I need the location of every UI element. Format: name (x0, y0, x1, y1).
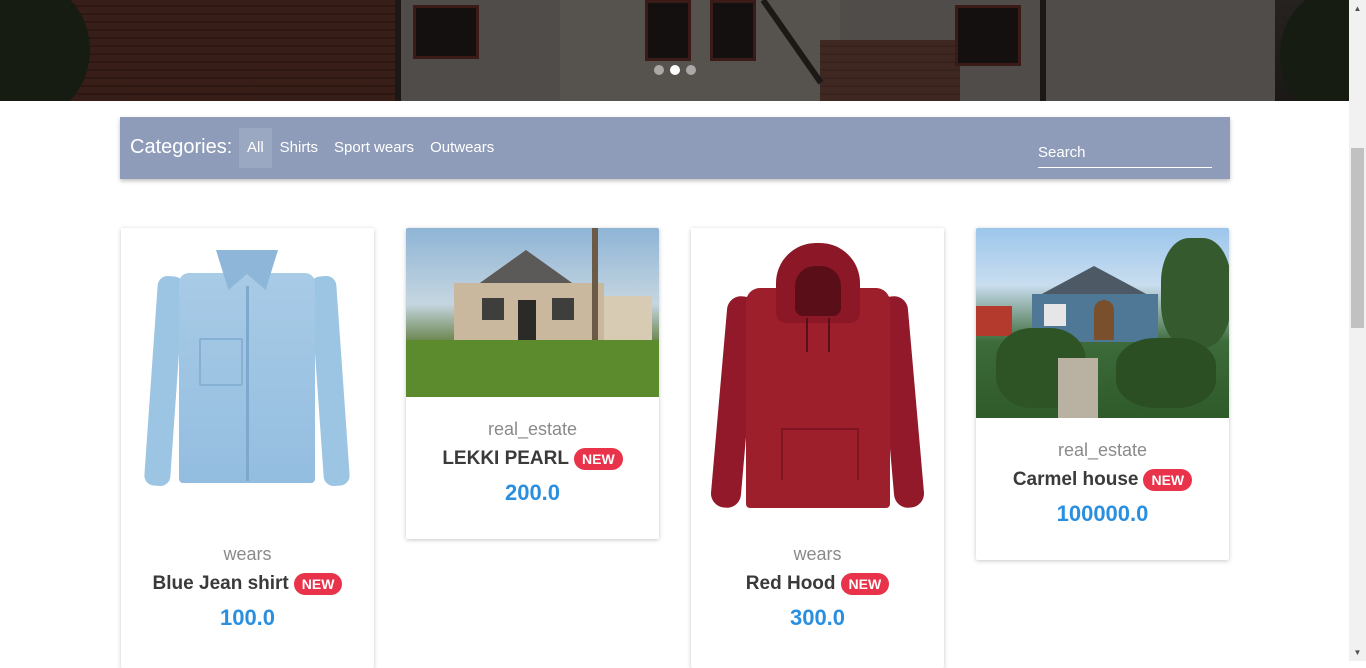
house-door (518, 300, 536, 343)
new-badge: NEW (840, 573, 890, 595)
product-info: real_estate Carmel house NEW 100000.0 (976, 418, 1229, 527)
carousel-dot[interactable] (686, 65, 696, 75)
tab-sport-wears[interactable]: Sport wears (326, 128, 422, 168)
product-title[interactable]: Blue Jean shirt NEW (153, 573, 343, 595)
red-fence (976, 306, 1012, 336)
hoodie-drawstring (806, 318, 808, 352)
carousel-dot-active[interactable] (670, 65, 680, 75)
search-input[interactable] (1038, 137, 1212, 168)
tab-shirts[interactable]: Shirts (272, 128, 326, 168)
tab-all[interactable]: All (239, 128, 272, 168)
product-price: 300.0 (789, 605, 846, 630)
product-card[interactable]: real_estate Carmel house NEW 100000.0 (976, 228, 1229, 560)
product-image-hoodie[interactable] (691, 228, 944, 528)
product-info: wears Red Hood NEW 300.0 (691, 528, 944, 631)
house-door (1094, 300, 1114, 340)
scroll-up-icon[interactable]: ▲ (1349, 0, 1366, 17)
product-price: 200.0 (504, 480, 561, 505)
scrollbar-thumb[interactable] (1351, 148, 1364, 328)
carousel-indicators (654, 65, 696, 75)
product-title[interactable]: Red Hood NEW (746, 573, 890, 595)
house-window (482, 298, 504, 320)
new-badge: NEW (293, 573, 343, 595)
product-title-text[interactable]: Red Hood (746, 573, 836, 595)
product-category: wears (223, 544, 272, 564)
carousel-dot[interactable] (654, 65, 664, 75)
page-scrollbar[interactable]: ▲ ▼ (1349, 0, 1366, 661)
hoodie-drawstring (828, 318, 830, 352)
product-card[interactable]: wears Red Hood NEW 300.0 (691, 228, 944, 668)
garden-path (1058, 358, 1098, 418)
category-tabs: All Shirts Sport wears Outwears (239, 128, 502, 168)
product-category: real_estate (1057, 440, 1148, 460)
product-price: 100000.0 (1056, 501, 1149, 526)
shirt-pocket (199, 338, 243, 386)
product-title-text[interactable]: LEKKI PEARL (442, 448, 569, 470)
product-category: wears (793, 544, 842, 564)
product-card[interactable]: wears Blue Jean shirt NEW 100.0 (121, 228, 374, 668)
product-title-text[interactable]: Blue Jean shirt (153, 573, 289, 595)
garage (604, 296, 652, 341)
house-roof (1038, 266, 1150, 296)
scroll-down-icon[interactable]: ▼ (1349, 644, 1366, 661)
house-window (1044, 304, 1066, 326)
tab-outwears[interactable]: Outwears (422, 128, 502, 168)
hero-carousel[interactable] (0, 0, 1349, 101)
new-badge: NEW (574, 448, 623, 470)
hoodie-hood-inner (795, 266, 841, 316)
shirt-placket (246, 286, 249, 481)
shrubs (1116, 338, 1216, 408)
product-card[interactable]: real_estate LEKKI PEARL NEW 200.0 (406, 228, 659, 539)
hero-overlay (0, 0, 1349, 101)
shirt-sleeve-right (309, 275, 351, 487)
product-category: real_estate (487, 419, 578, 439)
product-price: 100.0 (219, 605, 276, 630)
product-image-shirt[interactable] (121, 228, 374, 528)
product-image-house[interactable] (406, 228, 659, 397)
product-info: real_estate LEKKI PEARL NEW 200.0 (406, 397, 659, 506)
tree-trunk (592, 228, 598, 348)
new-badge: NEW (1143, 469, 1193, 491)
product-info: wears Blue Jean shirt NEW 100.0 (121, 528, 374, 631)
product-title[interactable]: Carmel house NEW (1013, 469, 1193, 491)
product-image-house[interactable] (976, 228, 1229, 418)
tree (1161, 238, 1229, 348)
house-window (552, 298, 574, 320)
product-title[interactable]: LEKKI PEARL NEW (442, 448, 623, 470)
hoodie-pocket (781, 428, 859, 480)
categories-bar: Categories: All Shirts Sport wears Outwe… (120, 117, 1230, 179)
categories-label: Categories: (130, 136, 233, 158)
product-title-text[interactable]: Carmel house (1013, 469, 1139, 491)
lawn (406, 340, 659, 397)
